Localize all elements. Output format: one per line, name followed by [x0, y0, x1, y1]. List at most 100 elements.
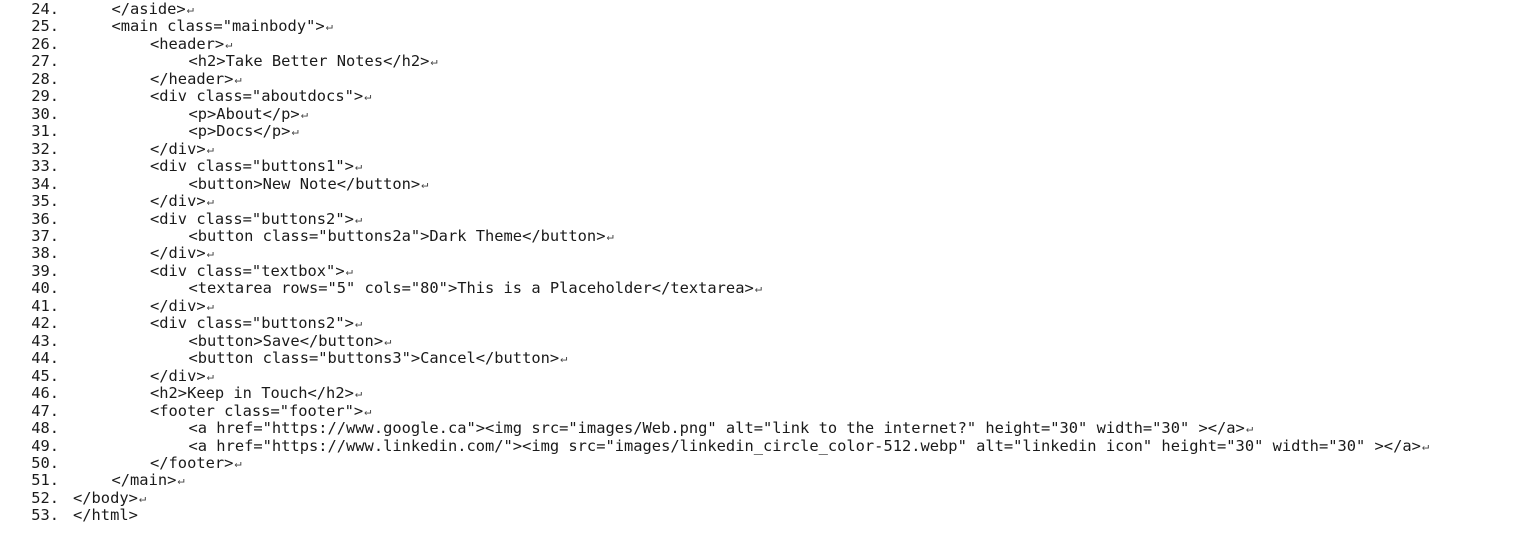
code-line: 41. </div> ↵ — [0, 296, 214, 316]
line-number: 31. — [31, 122, 59, 141]
return-arrow-icon: ↵ — [364, 403, 372, 418]
return-arrow-icon: ↵ — [754, 281, 762, 296]
code-text: </main> — [111, 471, 177, 490]
code-line: 27. <h2>Take Better Notes</h2> ↵ — [0, 52, 437, 71]
code-line: 48. <a href="https://www.google.ca"><img … — [0, 420, 1253, 438]
return-arrow-icon: ↵ — [354, 316, 363, 331]
code-line: 38. </div> ↵ — [0, 245, 214, 263]
line-number: 29. — [31, 87, 59, 106]
code-line: 37. <button class="buttons2a">Dark Theme<… — [0, 226, 614, 246]
line-number: 34. — [31, 174, 59, 193]
return-arrow-icon: ↵ — [325, 19, 333, 34]
return-arrow-icon: ↵ — [206, 246, 214, 261]
code-line: 28. </header> ↵ — [0, 69, 241, 89]
code-text: <header> — [150, 34, 225, 53]
code-text: </html> — [73, 506, 138, 525]
line-number: 32. — [31, 139, 59, 158]
code-line: 30. <p>About</p> ↵ — [0, 104, 308, 124]
return-arrow-icon: ↵ — [291, 124, 299, 139]
code-text: <main class="mainbody"> — [111, 17, 325, 36]
line-number: 27. — [31, 52, 59, 71]
code-text: <h2>Keep in Touch</h2> — [150, 384, 354, 403]
code-line: 40. <textarea rows="5" cols="80">This is … — [0, 280, 762, 298]
code-text: <textarea rows="5" cols="80">This is a P… — [188, 279, 754, 298]
return-arrow-icon: ↵ — [384, 333, 392, 348]
line-number: 48. — [31, 419, 59, 438]
return-arrow-icon: ↵ — [354, 386, 363, 401]
line-number: 24. — [31, 0, 59, 18]
line-number: 30. — [31, 104, 59, 123]
code-line: 43. <button>Save</button> ↵ — [0, 331, 392, 351]
return-arrow-icon: ↵ — [206, 194, 214, 209]
code-text: </div> — [150, 139, 206, 158]
code-text: </div> — [150, 366, 206, 385]
line-number: 37. — [31, 226, 59, 245]
code-line: 26. <header> ↵ — [0, 34, 232, 54]
code-text: <button>New Note</button> — [188, 174, 421, 193]
line-number: 52. — [31, 488, 59, 507]
return-arrow-icon: ↵ — [354, 211, 363, 226]
code-text: <div class="buttons2"> — [150, 209, 354, 228]
line-number: 43. — [31, 331, 59, 350]
code-text: </aside> — [111, 0, 186, 18]
return-arrow-icon: ↵ — [345, 263, 353, 278]
line-number: 53. — [31, 506, 59, 525]
line-number: 51. — [31, 471, 59, 490]
return-arrow-icon: ↵ — [560, 351, 568, 366]
return-arrow-icon: ↵ — [1421, 438, 1430, 453]
return-arrow-icon: ↵ — [354, 159, 363, 174]
line-number: 47. — [31, 401, 59, 420]
code-text: </header> — [150, 69, 234, 88]
code-line: 34. <button>New Note</button> ↵ — [0, 174, 429, 194]
return-arrow-icon: ↵ — [206, 141, 214, 156]
code-line: 50. </footer> ↵ — [0, 453, 241, 473]
code-line: 39. <div class="textbox"> ↵ — [0, 261, 353, 281]
return-arrow-icon: ↵ — [1245, 421, 1254, 436]
line-number: 25. — [31, 17, 59, 36]
code-text: <button class="buttons3">Cancel</button> — [188, 349, 560, 368]
code-text: </body> — [73, 488, 138, 507]
return-arrow-icon: ↵ — [138, 490, 147, 505]
return-arrow-icon: ↵ — [300, 106, 308, 121]
line-number: 50. — [31, 453, 59, 472]
return-arrow-icon: ↵ — [177, 473, 185, 488]
code-text: <a href="https://www.linkedin.com/"><img… — [188, 436, 1421, 455]
code-line: 44. <button class="buttons3">Cancel</butt… — [0, 350, 567, 368]
code-line: 53. </html> — [0, 507, 138, 525]
line-number: 36. — [31, 209, 59, 228]
line-number: 46. — [31, 384, 59, 403]
code-text: </div> — [150, 296, 206, 315]
line-number: 35. — [31, 192, 59, 211]
line-number: 38. — [31, 244, 59, 263]
code-text: <div class="buttons1"> — [150, 157, 354, 176]
line-number: 45. — [31, 366, 59, 385]
line-number: 39. — [31, 261, 59, 280]
code-text: <div class="buttons2"> — [150, 314, 354, 333]
return-arrow-icon: ↵ — [186, 2, 194, 16]
return-arrow-icon: ↵ — [206, 298, 214, 313]
code-text: <a href="https://www.google.ca"><img src… — [188, 419, 1245, 438]
code-line: 31. <p>Docs</p> ↵ — [0, 122, 299, 141]
code-text: <footer class="footer"> — [150, 401, 364, 420]
code-text: <p>Docs</p> — [188, 122, 291, 141]
line-number: 44. — [31, 349, 59, 368]
code-text: <div class="textbox"> — [150, 261, 345, 280]
code-text: <h2>Take Better Notes</h2> — [188, 52, 430, 71]
code-text: </div> — [150, 244, 206, 263]
line-number: 40. — [31, 279, 59, 298]
line-number: 26. — [31, 34, 59, 53]
code-line: 24. </aside> ↵ — [0, 0, 194, 19]
code-text: </footer> — [150, 453, 234, 472]
code-line: 51. </main> ↵ — [0, 471, 185, 490]
code-listing: 24. </aside> ↵ 25. <main class="mainbody"> ↵ 2… — [0, 0, 1522, 543]
code-text: <p>About</p> — [188, 104, 300, 123]
line-number: 49. — [31, 436, 59, 455]
code-text: <button class="buttons2a">Dark Theme</bu… — [188, 226, 606, 245]
return-arrow-icon: ↵ — [421, 176, 429, 191]
code-line: 35. </div> ↵ — [0, 193, 214, 211]
line-number: 41. — [31, 296, 59, 315]
return-arrow-icon: ↵ — [206, 368, 214, 383]
line-number: 42. — [31, 314, 59, 333]
code-line: 32. </div> ↵ — [0, 139, 214, 159]
code-text: </div> — [150, 192, 206, 211]
